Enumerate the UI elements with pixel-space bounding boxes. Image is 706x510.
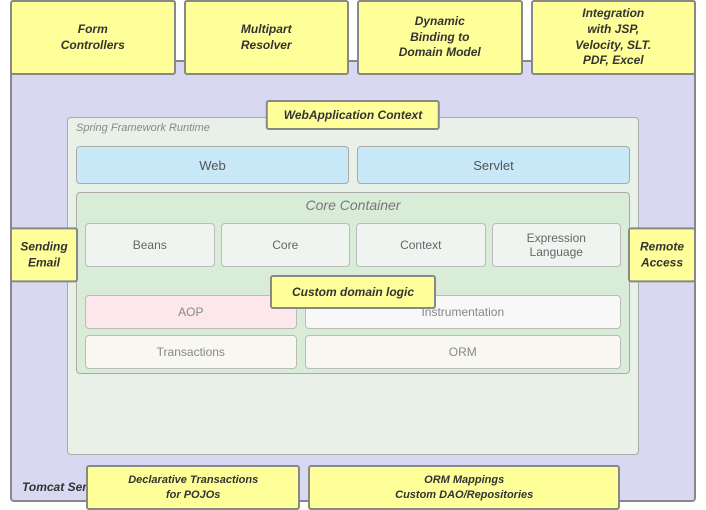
servlet-label: Servlet [473,158,513,173]
dynamic-binding-box: Dynamic Binding to Domain Model [357,0,523,75]
orm-mappings-label: ORM Mappings Custom DAO/Repositories [395,474,533,500]
webapp-context-box: WebApplication Context [266,100,440,130]
context-label: Context [400,238,441,252]
core-container: Core Container Beans Core Context Expres… [76,192,630,374]
remote-access-box: Remote Access [628,227,696,282]
top-boxes-row: Form Controllers Multipart Resolver Dyna… [10,0,696,75]
declarative-transactions-label: Declarative Transactions for POJOs [128,474,258,500]
expression-language-label: Expression Language [527,231,586,259]
context-box: Context [356,223,486,267]
multipart-resolver-label: Multipart Resolver [241,22,292,53]
orm-box: ORM [305,335,621,369]
webapp-context-label: WebApplication Context [284,108,422,122]
transactions-label: Transactions [157,345,225,359]
form-controllers-box: Form Controllers [10,0,176,75]
tx-row: Transactions ORM [85,335,621,369]
web-servlet-row: Web Servlet [76,146,630,184]
sending-email-box: Sending Email [10,227,78,282]
core-box: Core [221,223,351,267]
diagram-container: Form Controllers Multipart Resolver Dyna… [0,0,706,510]
integration-label: Integration with JSP, Velocity, SLT. PDF… [575,6,651,68]
orm-label: ORM [449,345,477,359]
custom-domain-label: Custom domain logic [292,285,414,299]
transactions-box: Transactions [85,335,297,369]
web-label: Web [199,158,226,173]
aop-box: AOP [85,295,297,329]
remote-access-label: Remote Access [640,239,684,269]
web-box: Web [76,146,349,184]
spring-label: Spring Framework Runtime [76,122,210,134]
beans-label: Beans [133,238,167,252]
form-controllers-label: Form Controllers [61,22,125,53]
tomcat-container: Tomcat Servlet Container Spring Framewor… [10,60,696,502]
multipart-resolver-box: Multipart Resolver [184,0,350,75]
servlet-box: Servlet [357,146,630,184]
integration-box: Integration with JSP, Velocity, SLT. PDF… [531,0,697,75]
sending-email-label: Sending Email [20,239,67,269]
expression-language-box: Expression Language [492,223,622,267]
custom-domain-box: Custom domain logic [270,275,436,309]
spring-container: Spring Framework Runtime WebApplication … [67,117,639,455]
orm-mappings-box: ORM Mappings Custom DAO/Repositories [308,465,620,510]
core-label: Core [272,238,298,252]
aop-label: AOP [178,305,203,319]
bottom-boxes-row: Declarative Transactions for POJOs ORM M… [10,465,696,510]
beans-box: Beans [85,223,215,267]
core-container-label: Core Container [306,197,401,213]
dynamic-binding-label: Dynamic Binding to Domain Model [399,14,481,61]
declarative-transactions-box: Declarative Transactions for POJOs [86,465,300,510]
beans-row: Beans Core Context Expression Language [85,223,621,267]
